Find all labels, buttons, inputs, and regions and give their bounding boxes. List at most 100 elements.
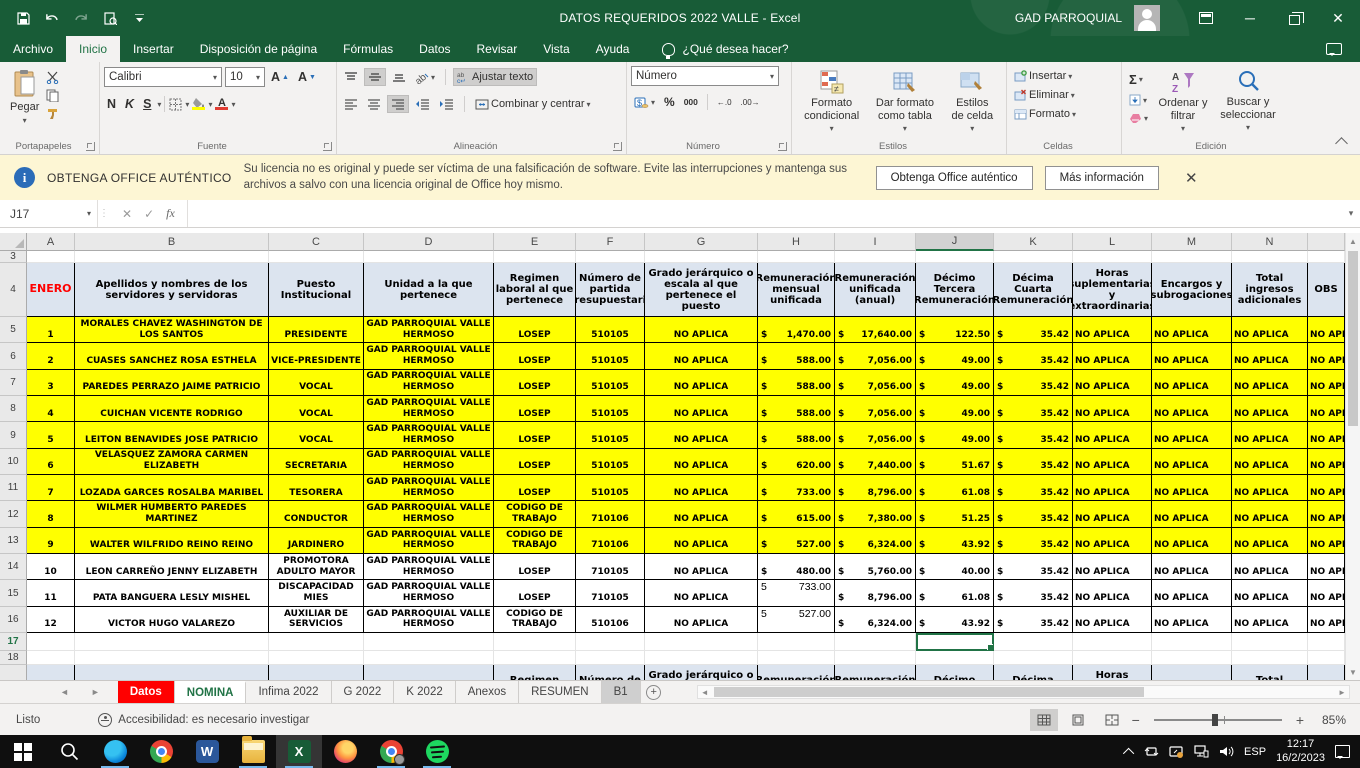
increase-decimal-icon[interactable]: ←.0 [714,96,735,109]
grid-cell[interactable] [994,633,1073,651]
header-cell-puesto[interactable]: Puesto Institucional [269,263,364,317]
data-cell-encargos[interactable]: NO APLICA [1152,317,1232,343]
data-cell-d14[interactable]: $35.42 [994,396,1073,422]
data-cell-encargos[interactable]: NO APLICA [1152,370,1232,396]
font-size-select[interactable]: 10▾ [225,67,265,87]
grid-cell[interactable] [75,633,269,651]
data-cell-n[interactable]: 11 [27,580,75,606]
grid-cell[interactable] [494,633,576,651]
edge-taskbar-icon[interactable] [92,735,138,768]
bold-button[interactable]: N [104,95,119,113]
spotify-taskbar-icon[interactable] [414,735,460,768]
data-cell-obs[interactable]: NO APLICA [1308,554,1345,580]
data-cell-total[interactable]: NO APLICA [1232,501,1308,527]
find-select-button[interactable]: Buscar y seleccionar▾ [1215,66,1281,135]
print-preview-icon[interactable] [103,11,117,25]
data-cell-d13[interactable]: $43.92 [916,607,994,633]
row-header-6[interactable]: 6 [0,343,27,369]
grid-cell[interactable] [835,633,916,651]
align-right-icon[interactable] [387,95,409,113]
grid-cell[interactable] [269,633,364,651]
data-cell-unidad[interactable]: GAD PARROQUIAL VALLE HERMOSO [364,501,494,527]
scroll-down-icon[interactable]: ▼ [1346,664,1360,680]
data-cell-puesto[interactable]: VICE-PRESIDENTE [269,343,364,369]
header-cell-d14[interactable]: Décima Cuarta Remuneración [994,263,1073,317]
header-cell-anual[interactable]: Remuneración unificada (anual) [835,263,916,317]
get-genuine-office-button[interactable]: Obtenga Office auténtico [876,166,1033,190]
cut-icon[interactable] [45,70,59,84]
row-header-3[interactable]: 3 [0,251,27,263]
data-cell-d13[interactable]: $40.00 [916,554,994,580]
grow-font-icon[interactable]: A▲ [268,68,292,86]
column-header-E[interactable]: E [494,233,576,251]
data-cell-encargos[interactable]: NO APLICA [1152,475,1232,501]
data-cell-horas[interactable]: NO APLICA [1073,528,1152,554]
data-cell-encargos[interactable]: NO APLICA [1152,607,1232,633]
align-middle-icon[interactable] [364,68,386,86]
grid-cell[interactable] [27,251,75,263]
data-cell-d13[interactable]: $61.08 [916,580,994,606]
data-cell-d14[interactable]: $35.42 [994,580,1073,606]
header-cell-obs[interactable]: OBS [1308,263,1345,317]
excel-taskbar-icon[interactable]: X [276,735,322,768]
grid-cell[interactable] [1073,651,1152,665]
data-cell-encargos[interactable]: NO APLICA [1152,422,1232,448]
formula-input[interactable] [188,200,1342,227]
tray-sync-icon[interactable] [1144,744,1159,759]
data-cell-name[interactable]: PAREDES PERRAZO JAIME PATRICIO [75,370,269,396]
data-cell-total[interactable]: NO APLICA [1232,449,1308,475]
more-info-button[interactable]: Más información [1045,166,1159,190]
data-cell-grado[interactable]: NO APLICA [645,343,758,369]
horizontal-scrollbar[interactable]: ◄ ► [697,685,1350,699]
zoom-in-icon[interactable]: + [1296,712,1304,728]
data-cell-n[interactable]: 12 [27,607,75,633]
tray-expand-icon[interactable] [1123,747,1134,758]
data-cell-n[interactable]: 8 [27,501,75,527]
data-cell-rmu[interactable]: $588.00 [758,370,835,396]
grid-cell[interactable] [645,251,758,263]
font-dialog-launcher[interactable] [323,142,332,151]
notice-close-icon[interactable]: ✕ [1171,169,1206,187]
row-header-18[interactable]: 18 [0,651,27,665]
grid-cell[interactable] [75,651,269,665]
data-cell-grado[interactable]: NO APLICA [645,475,758,501]
data-cell-partida[interactable]: 510105 [576,396,645,422]
data-cell-puesto[interactable]: PROMOTORA ADULTO MAYOR [269,554,364,580]
header-cell-d13[interactable]: Décimo Tercera Remuneración [916,263,994,317]
sheet-tab-b1[interactable]: B1 [602,681,641,703]
sheet-nav-right-icon[interactable]: ► [91,687,100,697]
data-cell-regimen[interactable]: CODIGO DE TRABAJO [494,501,576,527]
firefox-taskbar-icon[interactable] [322,735,368,768]
underline-button[interactable]: S [140,95,154,113]
data-cell-rmu[interactable]: $620.00 [758,449,835,475]
grid-cell[interactable] [1308,633,1345,651]
data-cell-d13[interactable]: $61.08 [916,475,994,501]
grid-cell[interactable] [645,633,758,651]
data-cell-name[interactable]: WALTER WILFRIDO REINO REINO [75,528,269,554]
tray-display-icon[interactable] [1169,744,1184,759]
data-cell-obs[interactable]: NO APLICA [1308,370,1345,396]
data-cell-unidad[interactable]: GAD PARROQUIAL VALLE HERMOSO [364,607,494,633]
column-header-B[interactable]: B [75,233,269,251]
increase-indent-icon[interactable] [436,96,457,112]
grid-cell[interactable] [576,651,645,665]
collapse-ribbon-icon[interactable] [1335,137,1348,150]
minimize-button[interactable]: ─ [1228,0,1272,36]
autosum-icon[interactable]: Σ▾ [1126,70,1151,89]
grid-cell[interactable] [75,251,269,263]
header-cell-total[interactable]: Total ingresos adicionales [1232,263,1308,317]
taskbar-search-icon[interactable] [46,735,92,768]
underline-caret[interactable]: ▾ [157,100,161,109]
vertical-scrollbar[interactable]: ▲ ▼ [1345,233,1360,680]
data-cell-horas[interactable]: NO APLICA [1073,475,1152,501]
grid-cell[interactable] [269,251,364,263]
data-cell-grado[interactable]: NO APLICA [645,528,758,554]
data-cell-rmu[interactable]: $588.00 [758,396,835,422]
data-cell-n[interactable]: 6 [27,449,75,475]
italic-button[interactable]: K [122,95,137,113]
row-header-7[interactable]: 7 [0,370,27,396]
data-cell-rmu[interactable]: $588.00 [758,343,835,369]
data-cell-puesto[interactable]: PRESIDENTE [269,317,364,343]
paste-button[interactable]: Pegar▾ [4,66,45,128]
header-cell-regimen[interactable]: Regimen laboral al que pertenece [494,263,576,317]
